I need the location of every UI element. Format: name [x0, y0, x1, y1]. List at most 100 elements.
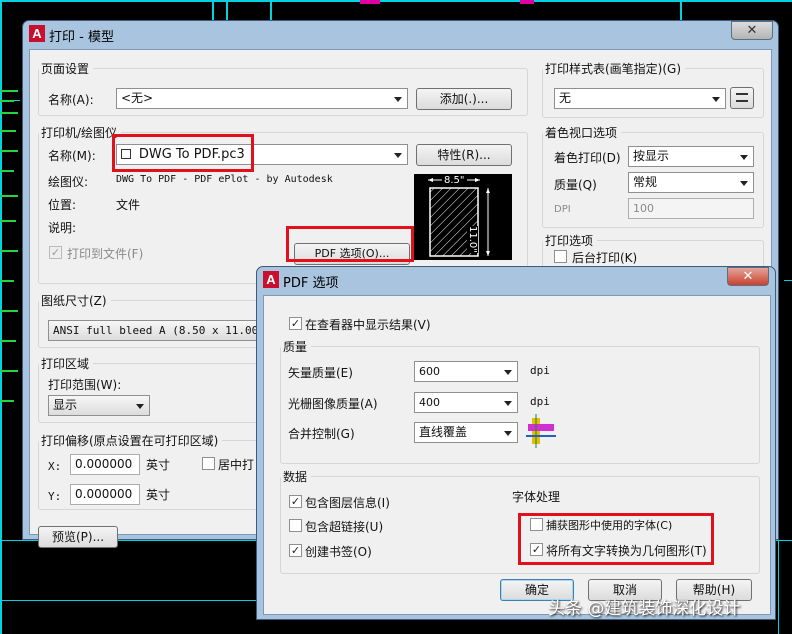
autocad-logo-icon: A [29, 25, 45, 42]
raster-quality-label: 光栅图像质量(A) [288, 397, 378, 411]
watermark-text: 头条 @建筑装饰深化设计 [548, 599, 741, 619]
pdf-options-dialog: A PDF 选项 ✕ ✓ 在查看器中显示结果(V) 质量 矢量质量(E) 600… [256, 266, 776, 620]
plot-style-dropdown[interactable]: 无 [554, 88, 726, 109]
offset-y-input[interactable]: 0.000000 [70, 484, 140, 505]
show-in-viewer-checkbox[interactable]: ✓ [289, 317, 302, 330]
printer-name-label: 名称(M): [48, 149, 96, 163]
merge-control-value: 直线覆盖 [419, 425, 468, 439]
raster-quality-dropdown[interactable]: 400 [414, 392, 518, 413]
plot-style-value: 无 [559, 91, 572, 105]
shaded-viewport-group-title: 着色视口选项 [543, 124, 622, 141]
pdf-dialog-client: ✓ 在查看器中显示结果(V) 质量 矢量质量(E) 600 dpi 光栅图像质量… [263, 295, 771, 615]
vector-dpi-unit: dpi [530, 364, 550, 377]
pdf-dialog-title: PDF 选项 [283, 276, 339, 291]
offset-x-label: X: [48, 460, 62, 473]
hyperlinks-checkbox[interactable] [289, 519, 302, 532]
font-handling-highlight [518, 513, 714, 565]
chevron-down-icon [394, 97, 402, 102]
pdf-dialog-close-button[interactable]: ✕ [727, 267, 769, 286]
paper-size-group-title: 图纸尺寸(Z) [39, 292, 111, 309]
description-label: 说明: [48, 221, 77, 235]
offset-y-value: 0.000000 [75, 487, 133, 501]
printer-name-highlight [112, 134, 254, 172]
offset-y-label: Y: [48, 490, 62, 503]
offset-y-unit: 英寸 [146, 488, 171, 502]
plot-range-dropdown[interactable]: 显示 [48, 395, 150, 416]
merge-preview-icon [526, 414, 556, 448]
pdf-data-group-title: 数据 [281, 468, 312, 485]
paper-height-label: 11.0" [467, 226, 478, 253]
printer-group-title: 打印机/绘图仪 [39, 124, 122, 141]
plot-offset-group-title: 打印偏移(原点设置在可打印区域) [39, 432, 223, 449]
paper-size-value: ANSI full bleed A (8.50 x 11.00 英 [53, 324, 276, 337]
chevron-down-icon [712, 97, 720, 102]
edit-list-icon [736, 93, 748, 102]
chevron-down-icon [740, 155, 748, 160]
plot-to-file-label: 打印到文件(F) [67, 247, 144, 261]
location-label: 位置: [48, 198, 77, 212]
plotter-value: DWG To PDF - PDF ePlot - by Autodesk [116, 174, 333, 185]
plot-style-group-title: 打印样式表(画笔指定)(G) [543, 60, 686, 77]
bookmarks-label: 创建书签(O) [305, 545, 372, 559]
vector-quality-value: 600 [419, 365, 440, 378]
paper-preview-drawing [428, 178, 490, 257]
raster-quality-value: 400 [419, 396, 440, 409]
background-plot-label: 后台打印(K) [572, 251, 638, 265]
page-setup-name-dropdown[interactable]: <无> [116, 88, 408, 109]
dpi-value: 100 [633, 202, 654, 215]
paper-width-label: 8.5" [442, 175, 467, 186]
bookmarks-checkbox[interactable]: ✓ [289, 544, 302, 557]
merge-control-dropdown[interactable]: 直线覆盖 [414, 422, 518, 443]
chevron-down-icon [740, 181, 748, 186]
plot-dialog-close-button[interactable]: ✕ [731, 21, 773, 40]
plot-range-label: 打印范围(W): [48, 378, 122, 392]
plot-dialog-title: 打印 - 模型 [49, 30, 114, 45]
page-setup-name-value: <无> [121, 91, 154, 105]
background-plot-checkbox[interactable] [554, 250, 567, 263]
shade-plot-dropdown[interactable]: 按显示 [628, 146, 754, 167]
offset-x-input[interactable]: 0.000000 [70, 454, 140, 475]
show-in-viewer-label: 在查看器中显示结果(V) [305, 318, 431, 332]
hyperlinks-label: 包含超链接(U) [305, 520, 384, 534]
raster-dpi-unit: dpi [530, 395, 550, 408]
chevron-down-icon [136, 404, 144, 409]
chevron-down-icon [504, 370, 512, 375]
pdf-options-highlight [286, 226, 414, 262]
plot-range-value: 显示 [53, 398, 78, 412]
font-handling-title: 字体处理 [512, 490, 561, 504]
layer-info-label: 包含图层信息(I) [305, 496, 390, 510]
pdf-dialog-titlebar[interactable]: A PDF 选项 [257, 267, 775, 295]
dpi-input[interactable]: 100 [628, 198, 754, 219]
paper-size-dropdown[interactable]: ANSI full bleed A (8.50 x 11.00 英 [48, 320, 278, 341]
center-plot-label: 居中打 [218, 458, 255, 472]
plot-dialog-titlebar[interactable]: A 打印 - 模型 [23, 21, 778, 49]
paper-preview [414, 174, 512, 260]
quality-value: 常规 [633, 175, 658, 189]
layer-info-checkbox[interactable]: ✓ [289, 495, 302, 508]
plot-options-group-title: 打印选项 [543, 232, 598, 249]
chevron-down-icon [394, 153, 402, 158]
center-plot-checkbox[interactable] [202, 457, 215, 470]
plot-to-file-checkbox[interactable]: ✓ [49, 246, 62, 259]
shade-plot-label: 着色打印(D) [554, 151, 621, 165]
shade-plot-value: 按显示 [633, 149, 670, 163]
pdf-quality-group-title: 质量 [281, 338, 312, 355]
vector-quality-label: 矢量质量(E) [288, 366, 353, 380]
offset-x-value: 0.000000 [75, 457, 133, 471]
quality-dropdown[interactable]: 常规 [628, 172, 754, 193]
offset-x-unit: 英寸 [146, 458, 171, 472]
location-value: 文件 [116, 198, 141, 212]
quality-label: 质量(Q) [554, 178, 597, 192]
page-setup-group-title: 页面设置 [39, 60, 94, 77]
plotter-label: 绘图仪: [48, 175, 89, 189]
vector-quality-dropdown[interactable]: 600 [414, 361, 518, 382]
dpi-label: DPI [554, 204, 571, 215]
add-page-setup-button[interactable]: 添加(.)... [416, 88, 512, 110]
page-setup-name-label: 名称(A): [48, 93, 94, 107]
edit-plot-style-button[interactable] [730, 87, 754, 109]
chevron-down-icon [504, 401, 512, 406]
printer-properties-button[interactable]: 特性(R)... [416, 144, 512, 166]
preview-button[interactable]: 预览(P)... [38, 526, 118, 548]
merge-control-label: 合并控制(G) [288, 427, 355, 441]
autocad-logo-icon: A [263, 271, 279, 288]
